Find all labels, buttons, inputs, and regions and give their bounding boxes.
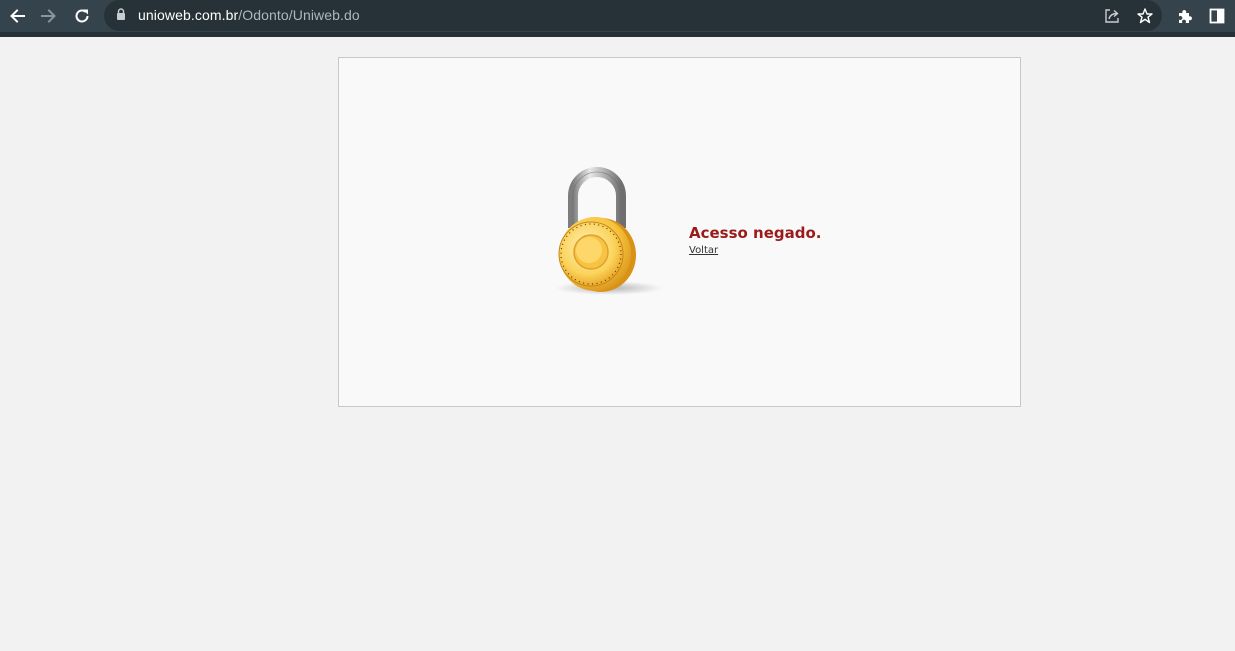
back-arrow-icon xyxy=(10,9,25,23)
share-button[interactable] xyxy=(1100,4,1124,28)
side-panel-icon xyxy=(1209,8,1225,24)
star-icon xyxy=(1137,8,1153,24)
back-button[interactable] xyxy=(5,4,29,28)
bookmark-button[interactable] xyxy=(1133,4,1157,28)
lock-icon[interactable] xyxy=(116,8,126,21)
url-domain: unioweb.com.br xyxy=(138,7,239,23)
extensions-puzzle-icon xyxy=(1179,10,1192,23)
side-panel-button[interactable] xyxy=(1205,4,1229,28)
access-denied-panel: Acesso negado. Voltar xyxy=(338,57,1021,407)
extensions-button[interactable] xyxy=(1173,4,1197,28)
address-bar[interactable]: unioweb.com.br/Odonto/Uniweb.do xyxy=(104,0,1162,31)
reload-icon xyxy=(75,9,89,23)
browser-toolbar: unioweb.com.br/Odonto/Uniweb.do xyxy=(0,0,1235,37)
forward-arrow-icon xyxy=(41,9,56,23)
padlock-icon xyxy=(555,167,663,295)
share-icon xyxy=(1105,9,1119,23)
forward-button[interactable] xyxy=(37,4,61,28)
back-link[interactable]: Voltar xyxy=(689,245,718,256)
access-denied-message: Acesso negado. xyxy=(689,224,822,242)
url-path: /Odonto/Uniweb.do xyxy=(238,7,360,23)
url-text[interactable]: unioweb.com.br/Odonto/Uniweb.do xyxy=(138,7,360,23)
reload-button[interactable] xyxy=(70,4,94,28)
